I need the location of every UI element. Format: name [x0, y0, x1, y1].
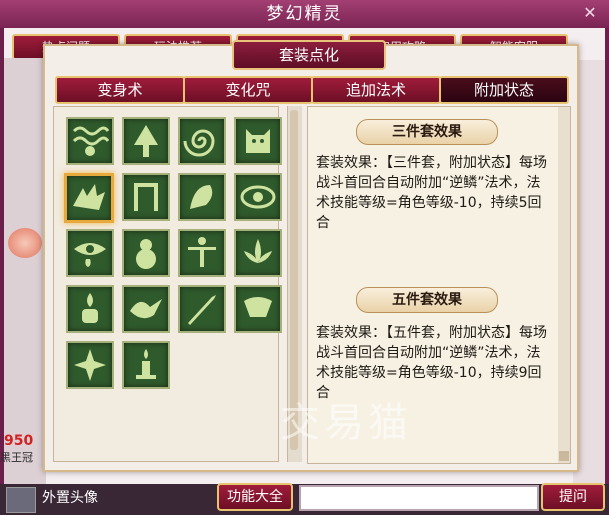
- window-title: 梦幻精灵: [266, 4, 343, 24]
- avatar: [8, 228, 42, 258]
- sword-icon[interactable]: [178, 285, 226, 333]
- dragon-icon[interactable]: [64, 173, 114, 223]
- claw-icon[interactable]: [178, 173, 226, 221]
- star-icon[interactable]: [66, 341, 114, 389]
- gourd-icon[interactable]: [122, 229, 170, 277]
- description-scrollbar[interactable]: [558, 107, 570, 463]
- skill-grid: [53, 106, 282, 462]
- tab-extra-status[interactable]: 附加状态: [439, 76, 569, 104]
- left-sidebar: [4, 58, 46, 484]
- function-list-button[interactable]: 功能大全: [217, 483, 293, 511]
- scroll-down-icon[interactable]: [559, 451, 569, 461]
- tab-change-curse[interactable]: 变化咒: [183, 76, 313, 104]
- lotus-icon[interactable]: [234, 229, 282, 277]
- tab-transform[interactable]: 变身术: [55, 76, 185, 104]
- close-icon[interactable]: ✕: [581, 4, 599, 22]
- five-piece-title: 五件套效果: [356, 287, 498, 313]
- wave-icon[interactable]: [66, 117, 114, 165]
- bird-icon[interactable]: [122, 285, 170, 333]
- external-avatar-label[interactable]: 外置头像: [42, 485, 98, 511]
- spiral-icon[interactable]: [178, 117, 226, 165]
- main-window: 梦幻精灵 ✕ 热点问题 玩法推荐 新手指引 实用攻略 智能客服 950 黑王冠 …: [0, 0, 609, 515]
- window-titlebar: 梦幻精灵 ✕: [0, 0, 609, 28]
- ask-button[interactable]: 提问: [541, 483, 605, 511]
- beast-icon[interactable]: [234, 117, 282, 165]
- avatar-frame-icon[interactable]: [6, 487, 36, 513]
- player-label: 黑王冠: [0, 451, 33, 464]
- tear-eye-icon[interactable]: [66, 229, 114, 277]
- watermark: 交易猫: [280, 400, 412, 446]
- three-piece-text: 套装效果：【三件套，附加状态】每场战斗首回合自动附加“逆鳞”法术，法术技能等级=…: [316, 155, 547, 231]
- kneel-icon[interactable]: [234, 285, 282, 333]
- dialog-title: 套装点化: [232, 40, 386, 70]
- bound-figure-icon[interactable]: [178, 229, 226, 277]
- tree-icon[interactable]: [122, 117, 170, 165]
- question-input[interactable]: [299, 485, 539, 511]
- gate-icon[interactable]: [122, 173, 170, 221]
- candle-icon[interactable]: [122, 341, 170, 389]
- eye-icon[interactable]: [234, 173, 282, 221]
- tab-extra-spell[interactable]: 追加法术: [311, 76, 441, 104]
- three-piece-title: 三件套效果: [356, 119, 498, 145]
- flame-vase-icon[interactable]: [66, 285, 114, 333]
- hp-counter: 950: [4, 433, 34, 449]
